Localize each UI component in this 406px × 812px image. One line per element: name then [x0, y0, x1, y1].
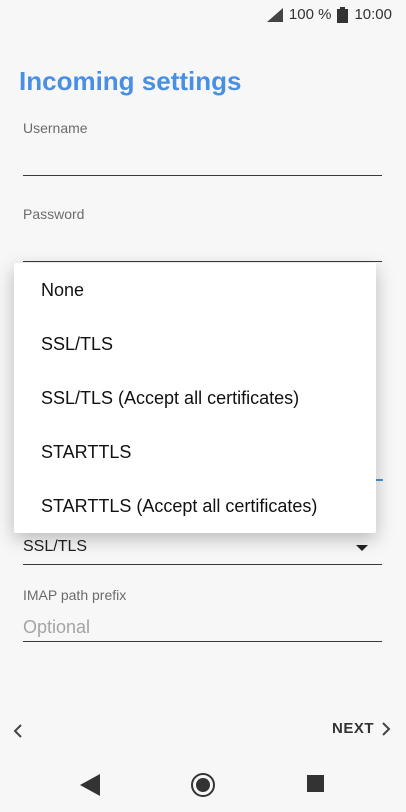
- back-chevron-icon[interactable]: [8, 720, 30, 742]
- menu-item-starttls-accept-all[interactable]: STARTTLS (Accept all certificates): [14, 479, 376, 533]
- status-bar: 100 % 10:00: [0, 0, 406, 30]
- menu-item-none[interactable]: None: [14, 263, 376, 317]
- system-home-icon[interactable]: [190, 772, 216, 798]
- wizard-navigation: NEXT: [0, 710, 406, 754]
- next-label: NEXT: [331, 720, 374, 737]
- security-type-menu: None SSL/TLS SSL/TLS (Accept all certifi…: [14, 263, 376, 533]
- status-indicators: 100 % 10:00: [266, 6, 392, 23]
- system-back-icon[interactable]: [80, 774, 100, 796]
- password-label: Password: [23, 206, 85, 222]
- imap-path-label: IMAP path prefix: [23, 587, 127, 603]
- dropdown-arrow-icon[interactable]: [356, 545, 368, 551]
- system-recents-icon[interactable]: [307, 775, 324, 792]
- chevron-right-icon: [382, 721, 391, 736]
- menu-item-ssl-tls-accept-all[interactable]: SSL/TLS (Accept all certificates): [14, 371, 376, 425]
- username-label: Username: [23, 120, 88, 136]
- page-title: Incoming settings: [19, 66, 242, 96]
- username-field[interactable]: [23, 175, 382, 176]
- menu-item-starttls[interactable]: STARTTLS: [14, 425, 376, 479]
- imap-path-input[interactable]: Optional: [23, 617, 90, 638]
- battery-percentage: 100 %: [288, 6, 332, 23]
- next-button[interactable]: NEXT: [332, 720, 392, 737]
- battery-icon: [337, 6, 349, 23]
- security-type-underline: [23, 564, 382, 565]
- clock: 10:00: [354, 6, 392, 23]
- security-type-value[interactable]: SSL/TLS: [23, 538, 87, 556]
- system-navigation-bar: [0, 756, 406, 812]
- imap-path-underline: [23, 641, 382, 642]
- menu-item-ssl-tls[interactable]: SSL/TLS: [14, 317, 376, 371]
- password-field[interactable]: [23, 261, 382, 262]
- signal-icon: [266, 7, 283, 22]
